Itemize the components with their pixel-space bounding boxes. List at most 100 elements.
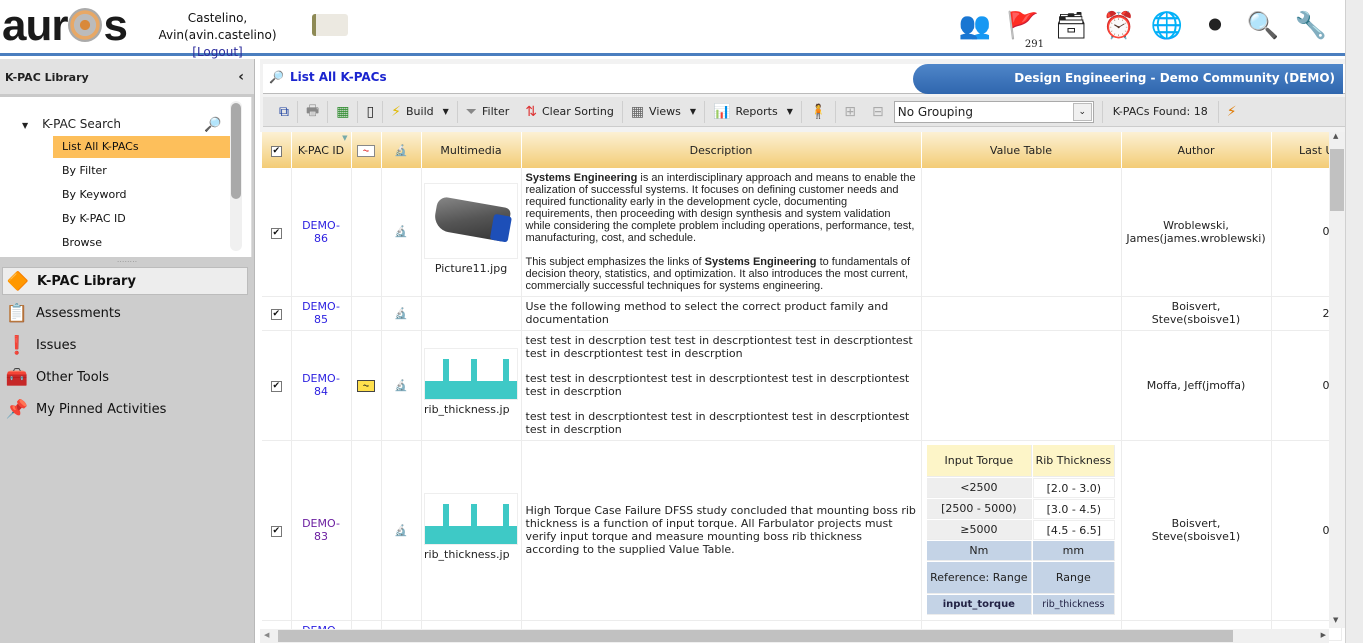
col-chart[interactable]: ⏦	[351, 132, 382, 168]
multimedia-thumbnail[interactable]: rib_thickness.jp	[424, 348, 518, 419]
description-paragraph: test test in descrption test test in des…	[525, 334, 913, 360]
col-tools[interactable]: 🔬	[381, 132, 422, 168]
kpac-id-number: 85	[314, 313, 328, 326]
table-row[interactable]: ✔ DEMO- 84 ⏦ 🔬 rib_thickness.jp test test…	[262, 330, 1342, 441]
tree-scrollbar[interactable]	[230, 101, 242, 251]
flag-icon[interactable]: 🚩 291	[1006, 8, 1044, 50]
tree-scroll-thumb[interactable]	[231, 103, 241, 199]
nav-assessments[interactable]: 📋 Assessments	[2, 297, 248, 329]
kpac-tool-icon[interactable]: 🔬	[394, 524, 408, 537]
logo-text-left: aur	[2, 1, 68, 50]
device-image-shape	[432, 195, 512, 242]
issues-icon: ❗	[5, 334, 29, 356]
excel-icon: ▦	[336, 103, 350, 120]
grid-horizontal-scrollbar[interactable]: ◀ ▶	[260, 629, 1329, 643]
scroll-down-arrow[interactable]: ▼	[1333, 616, 1338, 624]
scroll-right-arrow[interactable]: ▶	[1321, 631, 1326, 639]
chevron-down-icon[interactable]: ⌄	[1072, 102, 1092, 121]
col-value-table[interactable]: Value Table	[921, 132, 1122, 168]
kpac-id-link[interactable]: DEMO- 83	[292, 517, 351, 543]
person-button[interactable]: 🧍	[802, 100, 837, 123]
community-banner: Design Engineering - Demo Community (DEM…	[913, 64, 1343, 94]
scroll-up-arrow[interactable]: ▲	[1333, 132, 1338, 140]
table-row[interactable]: ✔ DEMO- 86 🔬 Picture11.jpg Systems Engine…	[262, 168, 1342, 297]
print-button[interactable]: 🖶	[298, 100, 329, 123]
collapse-all-button[interactable]: ⊟	[864, 101, 892, 123]
tree-root-kpac-search[interactable]: ▼ K-PAC Search	[22, 117, 121, 131]
description-paragraph: test test in descrptiontest test in desc…	[525, 372, 910, 398]
row-checkbox[interactable]: ✔	[270, 309, 282, 320]
user-status-box[interactable]	[312, 14, 348, 36]
toolbox-icon[interactable]: 🗃	[1054, 8, 1088, 44]
collapse-panel-icon[interactable]: ‹	[238, 69, 244, 85]
sort-icon: ⇅	[525, 103, 537, 120]
expand-all-button[interactable]: ⊞	[836, 101, 864, 123]
select-all-checkbox[interactable]: ✔	[270, 146, 282, 157]
scroll-left-arrow[interactable]: ◀	[264, 631, 269, 639]
chart-icon[interactable]: ⏦	[357, 380, 375, 392]
media-image[interactable]	[424, 493, 518, 545]
aurus-logo[interactable]: aur s	[2, 1, 128, 50]
history-icon[interactable]: ⏰	[1102, 8, 1136, 44]
kpac-search-icon[interactable]: 🔎	[204, 117, 221, 133]
reports-menu-button[interactable]: 📊 Reports ▼	[705, 100, 802, 123]
kpac-id-link[interactable]: DEMO- 85	[292, 300, 351, 326]
community-icon[interactable]: 👥	[958, 8, 992, 44]
module-nav: 🔶 K-PAC Library 📋 Assessments ❗ Issues 🧰 Oth…	[0, 267, 254, 425]
views-menu-button[interactable]: ▦ Views ▼	[623, 100, 706, 123]
nav-label: Other Tools	[36, 369, 110, 385]
horizontal-scroll-thumb[interactable]	[278, 630, 1233, 642]
media-image[interactable]	[424, 348, 518, 400]
build-menu-button[interactable]: ⚡ Build ▼	[383, 100, 458, 123]
select-all-header[interactable]: ✔	[262, 132, 292, 168]
kpac-tool-icon[interactable]: 🔬	[394, 379, 408, 392]
nav-pinned-activities[interactable]: 📌 My Pinned Activities	[2, 393, 248, 425]
kpac-tool-icon[interactable]: 🔬	[394, 307, 408, 320]
kpac-id-link[interactable]: DEMO- 86	[292, 219, 351, 245]
tree-item-by-filter[interactable]: By Filter	[53, 160, 230, 182]
tree-item-by-keyword[interactable]: By Keyword	[53, 184, 230, 206]
multimedia-thumbnail[interactable]: Picture11.jpg	[424, 182, 518, 278]
export-excel-button[interactable]: ▦	[328, 100, 359, 123]
quick-action-button[interactable]: ⚡	[1219, 101, 1245, 123]
kpac-id-link[interactable]: DEMO- 84	[292, 372, 351, 398]
value-table-row: [2500 - 5000) [3.0 - 4.5)	[927, 499, 1115, 519]
nav-other-tools[interactable]: 🧰 Other Tools	[2, 361, 248, 393]
filter-button[interactable]: ⏷ Filter	[458, 101, 517, 123]
col-author[interactable]: Author	[1121, 132, 1272, 168]
table-row[interactable]: ✔ DEMO- 83 🔬 rib_thickness.jp High Torque…	[262, 440, 1342, 621]
panel-splitter[interactable]: ........	[0, 256, 254, 265]
clear-sorting-button[interactable]: ⇅ Clear Sorting	[517, 100, 623, 123]
tools-icon[interactable]: 🔧	[1294, 8, 1328, 44]
network-icon[interactable]: 🌐	[1150, 8, 1184, 44]
filter-icon: ⏷	[465, 103, 477, 120]
connections-icon[interactable]: ⚫	[1198, 8, 1232, 44]
value-table-cell	[921, 168, 1122, 297]
tree-item-browse[interactable]: Browse	[53, 232, 230, 254]
nav-kpac-library[interactable]: 🔶 K-PAC Library	[2, 267, 248, 295]
clipboard-button[interactable]: ▯	[358, 100, 384, 123]
col-multimedia[interactable]: Multimedia	[421, 132, 522, 168]
grouping-select[interactable]: No Grouping ⌄	[893, 100, 1094, 123]
row-checkbox[interactable]: ✔	[270, 227, 282, 239]
tree-item-list-all[interactable]: List All K-PACs	[53, 136, 230, 158]
row-checkbox[interactable]: ✔	[270, 526, 282, 537]
nav-issues[interactable]: ❗ Issues	[2, 329, 248, 361]
search-magnifier-icon[interactable]: 🔍	[1246, 8, 1280, 44]
multimedia-thumbnail[interactable]: rib_thickness.jp	[424, 493, 518, 564]
author-name: Wroblewski,	[1163, 218, 1229, 232]
tree-item-by-kpac-id[interactable]: By K-PAC ID	[53, 208, 230, 230]
vertical-scroll-thumb[interactable]	[1330, 149, 1344, 211]
table-row[interactable]: ✔ DEMO- 85 🔬 Use the following method to …	[262, 296, 1342, 331]
left-panel-header: K-PAC Library ‹	[0, 59, 254, 97]
media-image[interactable]	[424, 182, 518, 259]
grid-vertical-scrollbar[interactable]: ▲ ▼	[1329, 132, 1345, 628]
kpac-tool-icon[interactable]: 🔬	[394, 225, 408, 238]
row-checkbox[interactable]: ✔	[270, 381, 282, 392]
col-description[interactable]: Description	[521, 132, 922, 168]
value-table: Input Torque Rib Thickness <2500 [2.0 - 3.…	[926, 444, 1116, 616]
caret-down-icon[interactable]: ▼	[22, 121, 28, 130]
value-table-row: ≥5000 [4.5 - 6.5]	[927, 520, 1115, 540]
popout-button[interactable]: ⧉	[271, 100, 298, 123]
col-kpac-id[interactable]: K-PAC ID ▼	[291, 132, 352, 168]
